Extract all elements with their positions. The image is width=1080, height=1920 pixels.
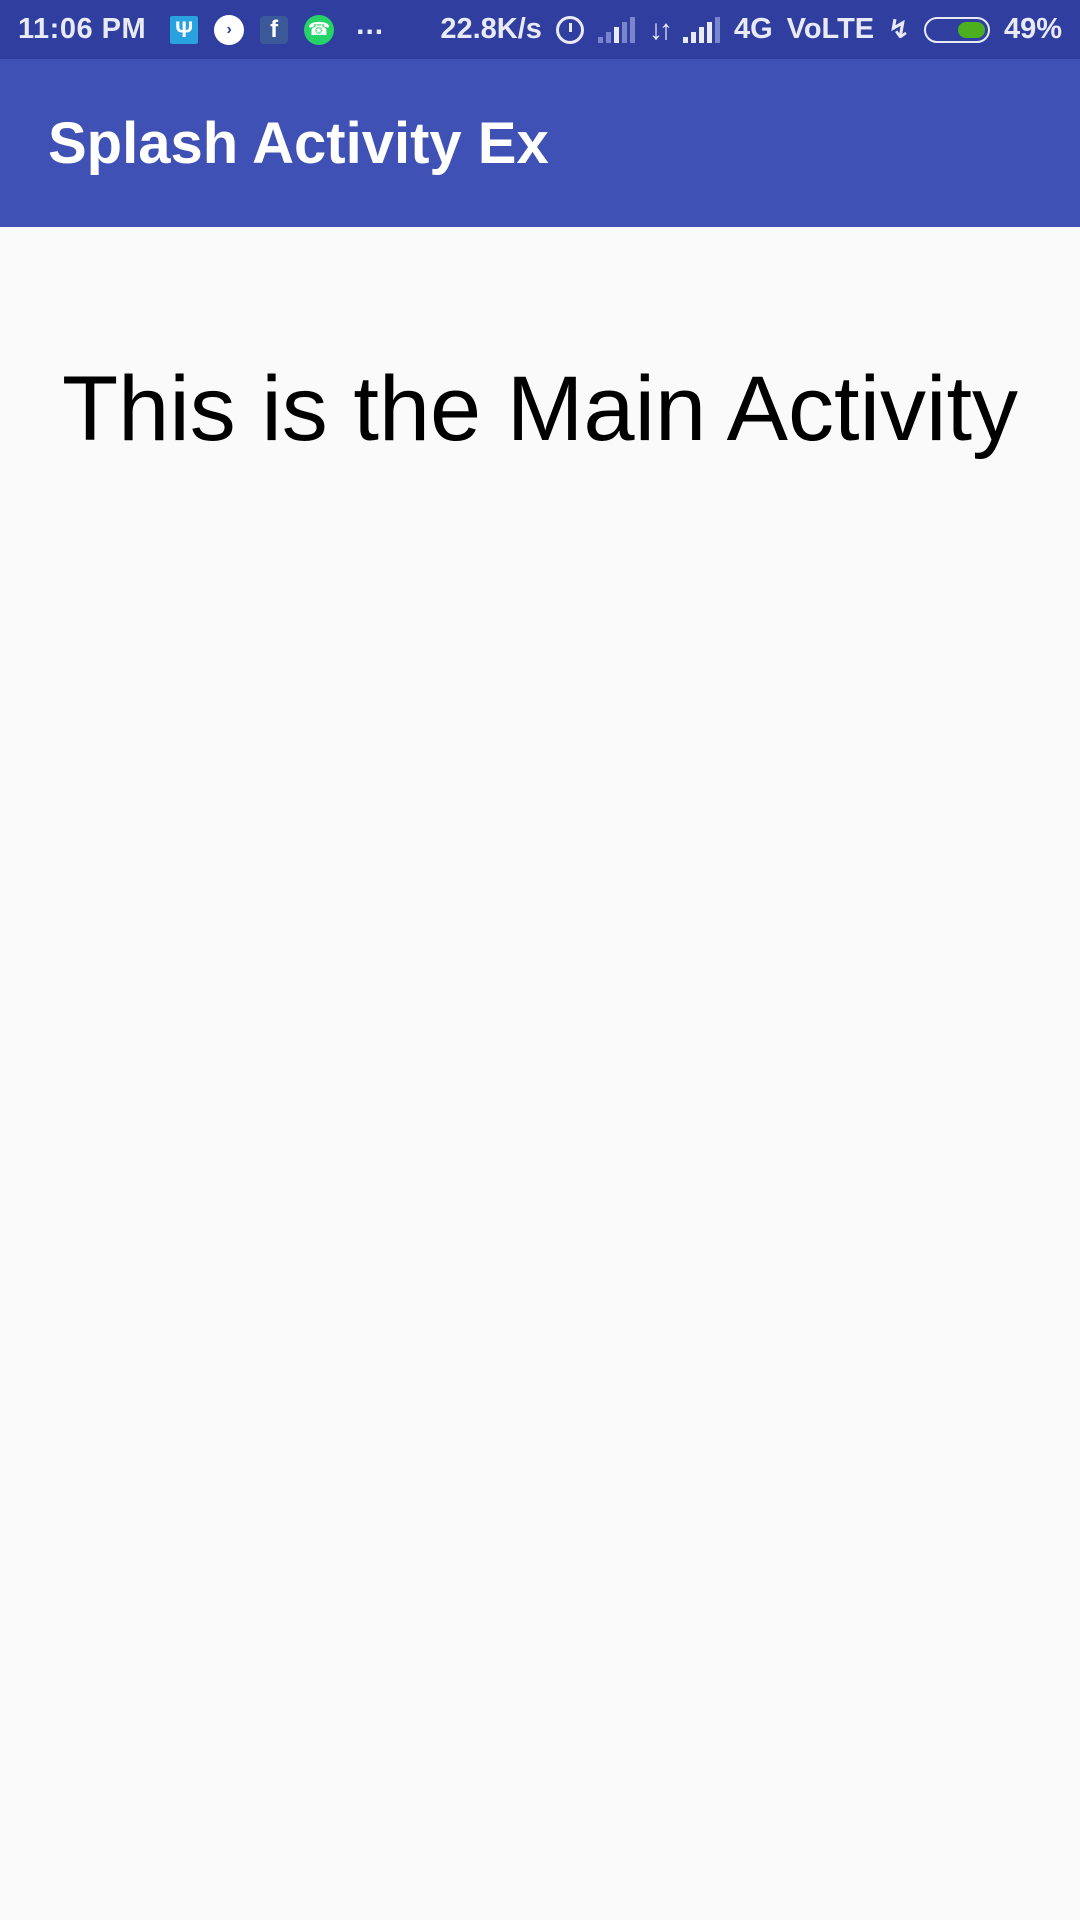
- main-content: This is the Main Activity: [0, 227, 1080, 1920]
- battery-percent: 49%: [1003, 13, 1062, 45]
- app-title: Splash Activity Ex: [48, 110, 549, 176]
- facebook-icon: f: [260, 15, 289, 44]
- alarm-icon: [555, 15, 584, 44]
- more-notifications-icon: ...: [356, 7, 385, 41]
- status-bar-right: 22.8K/s ↓↑ 4G VoLTE ↯ 49%: [440, 13, 1062, 46]
- charging-icon: ↯: [888, 14, 910, 44]
- signal-icon-sim2: [682, 16, 720, 43]
- net-speed: 22.8K/s: [440, 13, 542, 45]
- signal-icon-sim1: [597, 16, 635, 43]
- battery-fill: [957, 21, 985, 38]
- battery-icon: [923, 16, 990, 43]
- status-time: 11:06 PM: [18, 13, 147, 45]
- volte-indicator: VoLTE: [786, 13, 875, 45]
- network-type: 4G: [733, 13, 773, 45]
- clock-app-icon: ›: [214, 14, 245, 45]
- status-bar-left: 11:06 PM Ψ › f ☎ ...: [18, 8, 406, 46]
- status-bar: 11:06 PM Ψ › f ☎ ... 22.8K/s ↓↑ 4G VoLTE…: [0, 0, 1080, 59]
- whatsapp-icon: ☎: [304, 14, 335, 45]
- app-bar: Splash Activity Ex: [0, 59, 1080, 227]
- data-transfer-icon: ↓↑: [648, 13, 673, 45]
- usb-icon: Ψ: [170, 15, 199, 44]
- main-activity-text: This is the Main Activity: [61, 358, 1019, 460]
